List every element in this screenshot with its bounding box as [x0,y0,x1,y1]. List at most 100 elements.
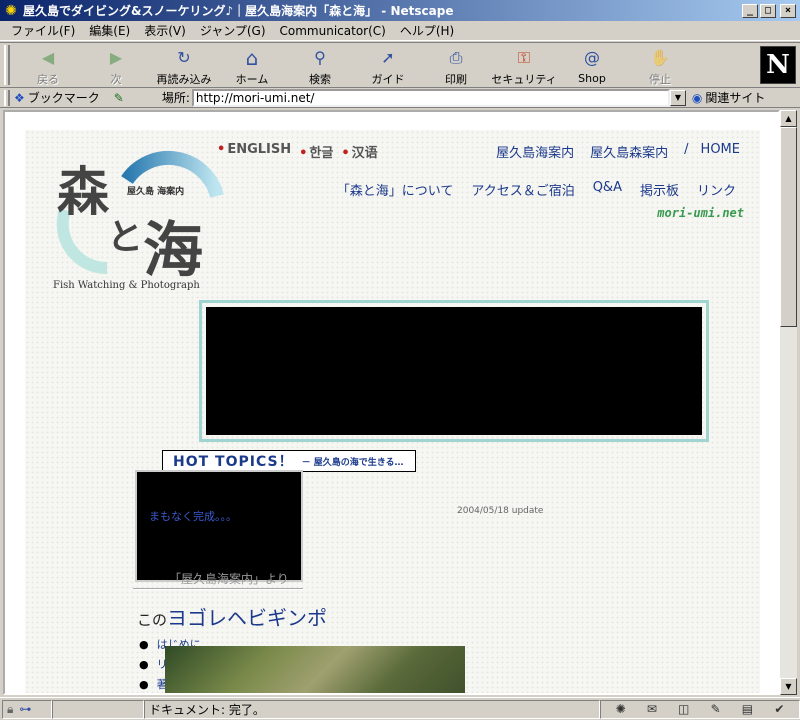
scroll-thumb[interactable] [780,127,797,327]
menu-file[interactable]: ファイル(F) [4,22,82,39]
lock-icon: ⚿ [517,47,531,67]
nav-qa[interactable]: Q&A [593,180,622,199]
netscape-logo[interactable]: N [760,46,796,84]
hot-topics-subtitle: － 屋久島の海で生きる… [301,457,404,468]
menu-go[interactable]: ジャンプ(G) [193,22,273,39]
back-label: 戻る [37,73,59,86]
menu-view[interactable]: 表示(V) [137,22,193,39]
bullet-icon: • [299,146,308,161]
page-viewport[interactable]: 森 屋久島 海案内 と 海 Fish Watching & Photograph… [3,110,780,695]
update-date: 2004/05/18 update [457,506,544,516]
web-page: 森 屋久島 海案内 と 海 Fish Watching & Photograph… [25,130,760,693]
search-icon: ⚲ [314,47,326,67]
print-button[interactable]: ⎙ 印刷 [422,43,490,87]
close-button[interactable]: × [780,3,796,18]
url-input[interactable] [191,88,670,107]
nav-separator: / [684,142,689,157]
maximize-button[interactable]: □ [760,3,776,18]
stop-button[interactable]: ✋ 停止 [626,43,694,87]
security-lock-icon: 🔒︎ [7,701,14,716]
site-logo[interactable]: 森 屋久島 海案内 と 海 Fish Watching & Photograph [35,140,225,300]
logo-char-mori: 森 [57,162,110,223]
forward-icon: ▶ [109,47,123,67]
related-sites-button[interactable]: ◉ 関連サイト [692,89,766,106]
guide-button[interactable]: ➚ ガイド [354,43,422,87]
menu-communicator[interactable]: Communicator(C) [273,24,393,38]
menu-bar: ファイル(F) 編集(E) 表示(V) ジャンプ(G) Communicator… [0,21,800,41]
nav-home[interactable]: HOME [701,142,740,161]
progress-cell [52,699,144,719]
topics-caption: 「屋久島海案内」より [169,572,289,586]
nav-about[interactable]: 「森と海」について [337,180,454,199]
component-bar: ✺ ✉ ◫ ✎ ▤ ✔ [600,699,800,719]
menu-help[interactable]: ヘルプ(H) [393,22,461,39]
forward-button[interactable]: ▶ 次 [82,43,150,87]
related-icon: ◉ [691,90,703,105]
toolbar-grip[interactable] [4,45,10,85]
bullet-icon: • [217,142,226,157]
hot-topics-title: HOT TOPICS！ [173,454,294,470]
bookmark-icon: ❖ [14,90,25,105]
security-button[interactable]: ⚿ セキュリティ [490,43,558,87]
search-label: 検索 [309,73,331,86]
reload-icon: ↻ [177,47,191,67]
plug-icon: ⊶ [19,702,32,716]
guide-icon: ➚ [381,47,395,67]
stop-icon: ✋ [650,47,670,67]
coming-soon-text: まもなく完成。。。 [149,510,237,523]
checkmark-icon[interactable]: ✔ [774,702,784,716]
hot-topics-header: HOT TOPICS！ － 屋久島の海で生きる… [162,450,416,472]
page-proxy-icon[interactable]: ✎ [114,91,124,105]
location-grip[interactable] [4,89,10,106]
mail-icon[interactable]: ✉ [647,702,657,716]
netscape-app-icon[interactable]: ✺ [3,3,19,19]
home-button[interactable]: ⌂ ホーム [218,43,286,87]
bookmarks-button[interactable]: ❖ ブックマーク [14,89,100,106]
logo-tagline: Fish Watching & Photograph [53,280,200,291]
section-prefix: この [137,611,168,629]
navigation-toolbar: ◀ 戻る ▶ 次 ↻ 再読み込み ⌂ ホーム ⚲ 検索 ➚ ガイド ⎙ 印刷 ⚿… [0,42,800,88]
menu-edit[interactable]: 編集(E) [82,22,137,39]
minimize-button[interactable]: _ [742,3,758,18]
location-label: 場所: [161,91,190,105]
reload-button[interactable]: ↻ 再読み込み [150,43,218,87]
divider [133,588,303,590]
logo-char-umi: 海 [143,216,203,286]
scroll-down-button[interactable]: ▼ [780,678,797,695]
connection-indicator[interactable]: 🔒︎ ⊶ [2,699,52,719]
back-button[interactable]: ◀ 戻る [14,43,82,87]
lang-link-chinese[interactable]: • 汉语 [341,142,377,161]
bullet-icon: • [341,146,350,161]
reload-label: 再読み込み [156,73,212,86]
nav-mori-annai[interactable]: 屋久島森案内 [590,142,668,161]
url-dropdown-button[interactable]: ▼ [669,89,686,106]
discussion-icon[interactable]: ◫ [678,702,689,716]
domain-wordmark: mori-umi.net [657,206,744,220]
section-heading: このヨゴレヘビギンポ [137,602,327,631]
nav-bbs[interactable]: 掲示板 [640,180,679,199]
shop-label: Shop [578,72,606,85]
navigator-icon[interactable]: ✺ [616,702,626,716]
logo-subtitle: 屋久島 海案内 [127,187,185,197]
main-nav: 「森と海」について アクセス＆ご宿泊 Q&A 掲示板 リンク [319,180,736,199]
lang-link-korean[interactable]: • 한글 [299,142,333,161]
flash-banner[interactable] [206,307,702,435]
address-book-icon[interactable]: ▤ [742,702,753,716]
home-icon: ⌂ [245,45,259,70]
vertical-scrollbar[interactable]: ▲ ▼ [780,110,797,695]
stop-label: 停止 [649,73,671,86]
lang-link-english[interactable]: • ENGLISH [217,142,291,161]
logo-char-to: と [107,216,144,258]
search-button[interactable]: ⚲ 検索 [286,43,354,87]
nav-umi-annai[interactable]: 屋久島海案内 [496,142,574,161]
shop-button[interactable]: @ Shop [558,43,626,87]
topics-panel: まもなく完成。。。 [135,470,303,582]
nav-links[interactable]: リンク [697,180,736,199]
composer-icon[interactable]: ✎ [711,702,721,716]
scroll-up-button[interactable]: ▲ [780,110,797,127]
guide-label: ガイド [371,73,405,86]
top-nav: 屋久島海案内 屋久島森案内 / HOME [480,142,740,161]
language-links: • ENGLISH • 한글 • 汉语 [217,142,386,161]
nav-access[interactable]: アクセス＆ご宿泊 [471,180,574,199]
fish-photo [165,646,465,693]
